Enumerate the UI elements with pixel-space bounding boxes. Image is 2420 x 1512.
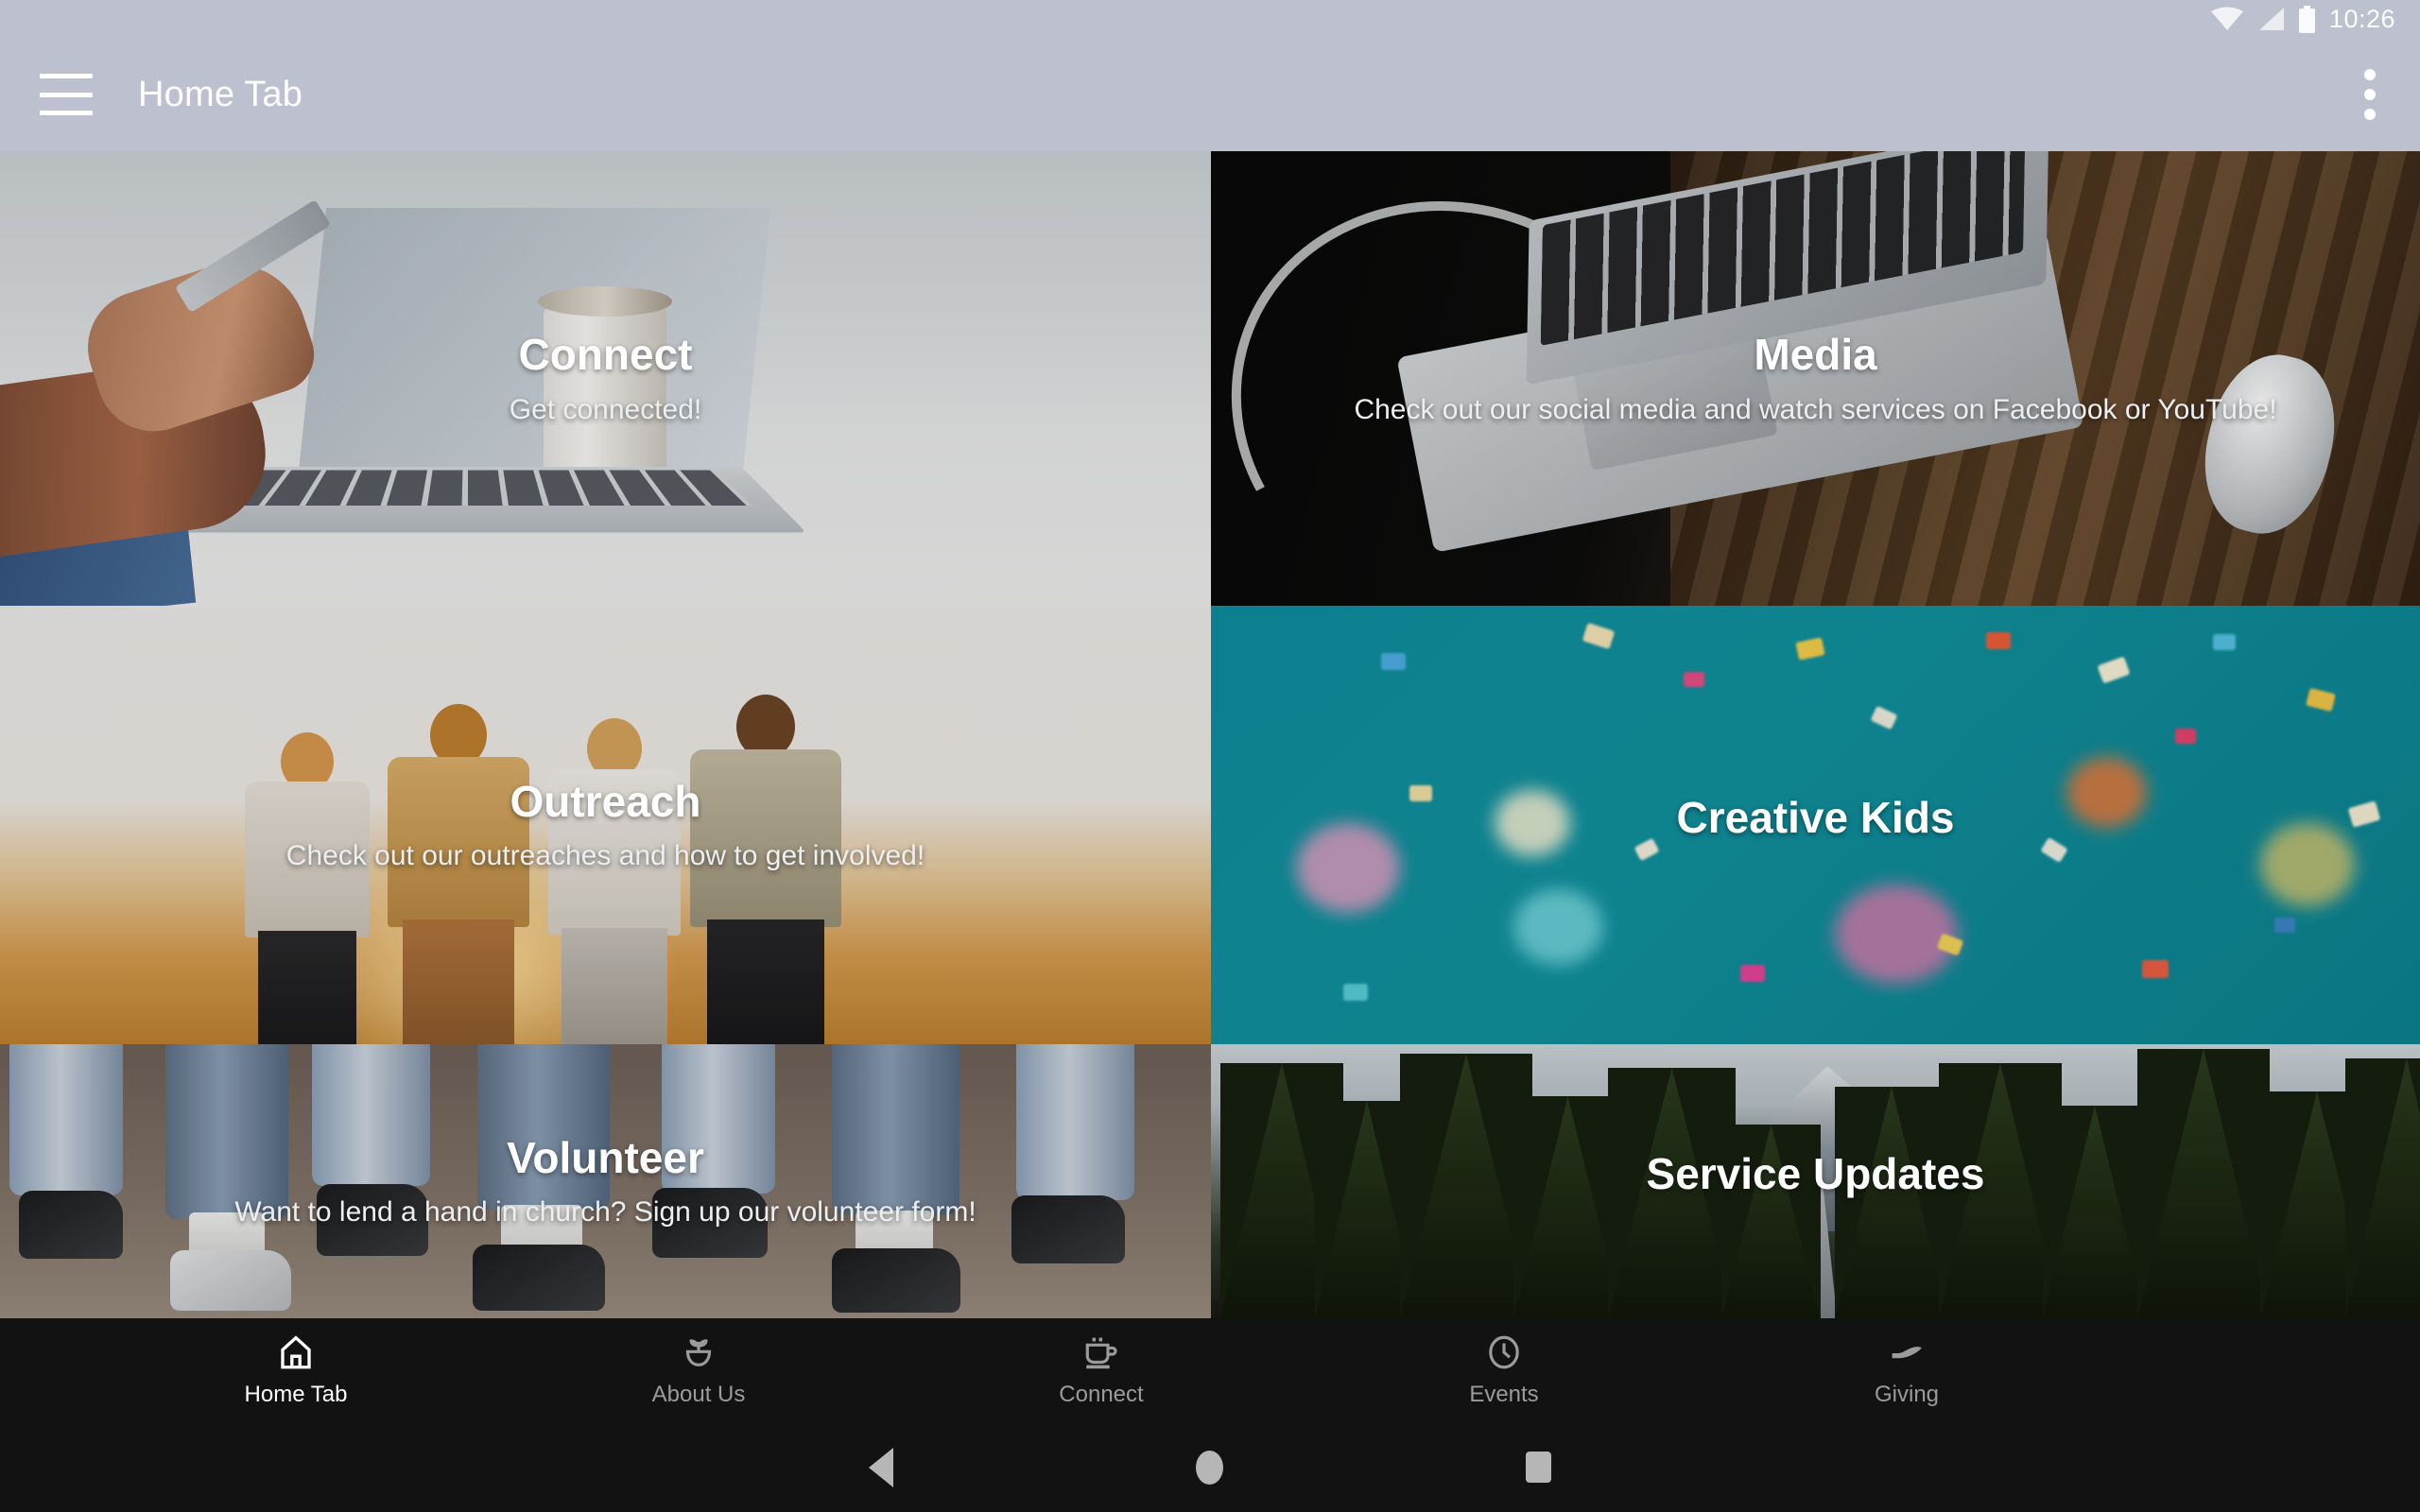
tile-title: Service Updates bbox=[1647, 1150, 1985, 1198]
tile-media[interactable]: Media Check out our social media and wat… bbox=[1211, 151, 2420, 606]
status-time: 10:26 bbox=[2329, 5, 2395, 34]
nav-label: About Us bbox=[652, 1382, 746, 1408]
tile-connect[interactable]: Connect Get connected! bbox=[0, 151, 1211, 606]
nav-label: Home Tab bbox=[245, 1382, 348, 1408]
tile-service-updates[interactable]: Service Updates bbox=[1211, 1044, 2420, 1318]
tile-title: Volunteer bbox=[507, 1134, 704, 1182]
status-bar: 10:26 bbox=[0, 0, 2420, 38]
bottom-navigation: Home Tab About Us Connect Events Giving bbox=[0, 1318, 2420, 1422]
tile-title: Creative Kids bbox=[1676, 794, 1954, 842]
tile-creative-kids[interactable]: Creative Kids bbox=[1211, 606, 2420, 1044]
tile-subtitle: Want to lend a hand in church? Sign up o… bbox=[234, 1196, 976, 1228]
wifi-icon bbox=[2211, 7, 2243, 31]
sprout-icon bbox=[679, 1332, 718, 1372]
battery-icon bbox=[2298, 6, 2316, 33]
nav-item-home-tab[interactable]: Home Tab bbox=[95, 1332, 497, 1408]
recents-square-icon[interactable] bbox=[1526, 1452, 1551, 1483]
tile-volunteer[interactable]: Volunteer Want to lend a hand in church?… bbox=[0, 1044, 1211, 1318]
android-system-nav bbox=[0, 1422, 2420, 1512]
nav-item-connect[interactable]: Connect bbox=[900, 1332, 1303, 1408]
cell-signal-icon bbox=[2256, 7, 2285, 31]
tile-subtitle: Check out our outreaches and how to get … bbox=[286, 840, 925, 872]
tile-outreach[interactable]: Outreach Check out our outreaches and ho… bbox=[0, 606, 1211, 1044]
tile-title: Connect bbox=[519, 331, 693, 379]
app-bar: Home Tab bbox=[0, 38, 2420, 151]
tile-grid: Connect Get connected! Media Check out o… bbox=[0, 151, 2420, 1318]
open-hand-icon bbox=[1887, 1332, 1927, 1372]
nav-label: Connect bbox=[1059, 1382, 1143, 1408]
nav-label: Events bbox=[1469, 1382, 1538, 1408]
nav-label: Giving bbox=[1875, 1382, 1939, 1408]
home-icon bbox=[276, 1332, 316, 1372]
tile-title: Media bbox=[1754, 331, 1876, 379]
clock-icon bbox=[1484, 1332, 1524, 1372]
page-title: Home Tab bbox=[138, 75, 302, 115]
nav-item-giving[interactable]: Giving bbox=[1705, 1332, 2108, 1408]
back-triangle-icon[interactable] bbox=[869, 1448, 893, 1487]
nav-item-events[interactable]: Events bbox=[1303, 1332, 1705, 1408]
coffee-cup-icon bbox=[1081, 1332, 1121, 1372]
hamburger-menu-icon[interactable] bbox=[40, 74, 93, 115]
tile-subtitle: Check out our social media and watch ser… bbox=[1354, 394, 2276, 426]
overflow-menu-icon[interactable] bbox=[2363, 69, 2377, 120]
tile-subtitle: Get connected! bbox=[510, 394, 701, 426]
nav-item-about-us[interactable]: About Us bbox=[497, 1332, 900, 1408]
tile-title: Outreach bbox=[510, 778, 701, 826]
app-root: 10:26 Home Tab Connect Get connected! Me… bbox=[0, 0, 2420, 1512]
home-circle-icon[interactable] bbox=[1196, 1451, 1223, 1485]
